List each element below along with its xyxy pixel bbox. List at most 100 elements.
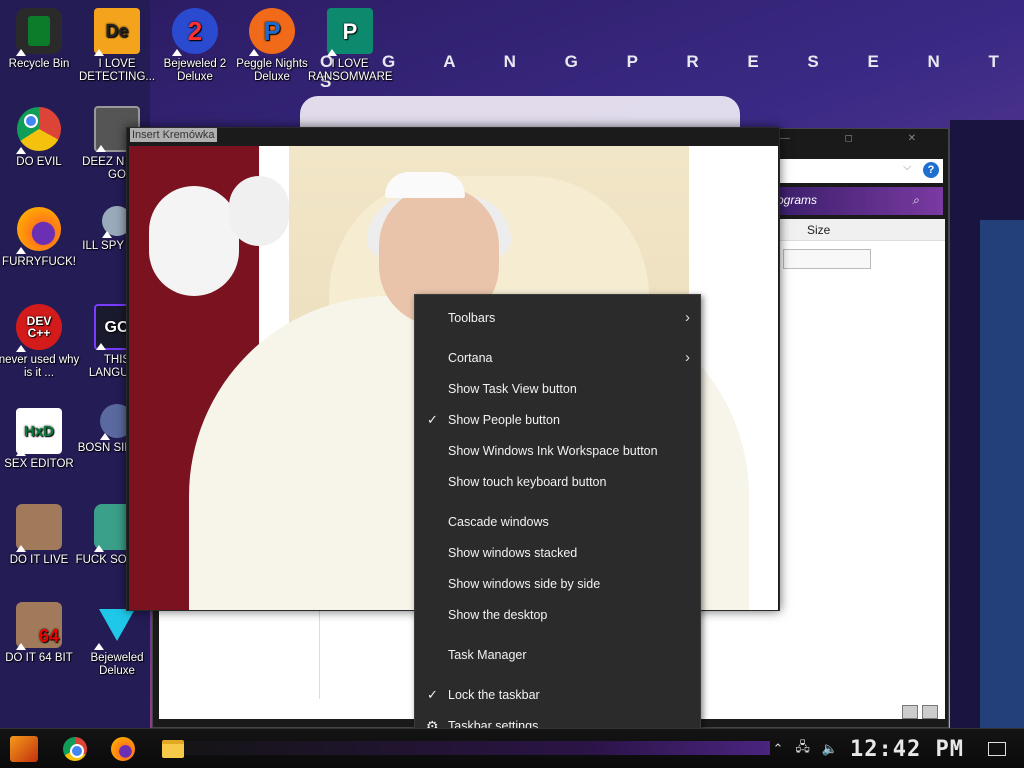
menu-item-windows-side-by-side[interactable]: Show windows side by side — [415, 571, 700, 597]
taskbar-explorer-button[interactable] — [158, 735, 188, 763]
column-header-size[interactable]: Size — [807, 223, 830, 237]
shortcut-arrow-icon — [16, 147, 26, 154]
clock[interactable]: 12:42 PM — [850, 737, 964, 762]
menu-item-show-touch-keyboard[interactable]: Show touch keyboard button — [415, 469, 700, 495]
portrait-64-glyph: 64 — [38, 625, 60, 646]
desktop-icon-peggle[interactable]: P Peggle Nights Deluxe — [230, 8, 314, 84]
bejeweled-2-glyph: 2 — [187, 15, 203, 46]
menu-item-cortana[interactable]: Cortana › — [415, 345, 700, 371]
view-toggle[interactable] — [902, 705, 938, 719]
search-text: ograms — [777, 193, 818, 207]
system-tray: ⌃ 🖧 🔈 12:42 PM — [772, 729, 1024, 768]
menu-item-label: Cascade windows — [448, 515, 549, 529]
desktop-icon-label: FURRYFUCK! — [2, 256, 76, 268]
desktop-icon-label: Bejeweled 2 Deluxe — [163, 58, 227, 83]
desktop-icon-label: Bejeweled Deluxe — [90, 652, 144, 677]
recycle-bin-icon — [16, 8, 62, 56]
desktop-icon-label: I LOVE DETECTING... — [78, 58, 156, 83]
desktop-icon-sex-editor[interactable]: HxD SEX EDITOR — [0, 408, 81, 471]
publisher-glyph: P — [342, 18, 358, 44]
desktop-icon-label: DO IT LIVE — [9, 554, 69, 566]
column-header-row: Size — [779, 219, 945, 241]
detect-it-easy-icon: De — [94, 8, 140, 56]
address-bar[interactable]: ⌵ ? — [773, 159, 943, 183]
menu-item-label: Show windows side by side — [448, 577, 601, 591]
desktop-icon-label: I LOVE RANSOMWARE — [308, 58, 393, 83]
shortcut-arrow-icon — [327, 49, 337, 56]
desktop-icon-bejeweled-deluxe[interactable]: Bejeweled Deluxe — [75, 602, 159, 678]
desktop-icon-furryfuck[interactable]: FURRYFUCK! — [0, 206, 81, 269]
taskbar-context-menu: Toolbars › Cortana › Show Task View butt… — [414, 294, 701, 749]
notification-icon[interactable] — [988, 742, 1006, 756]
desktop-icon-ransomware[interactable]: P I LOVE RANSOMWARE — [308, 8, 393, 84]
image-santa-fur-2 — [229, 176, 289, 246]
hxd-glyph: HxD — [23, 422, 54, 440]
menu-item-show-people[interactable]: ✓ Show People button — [415, 407, 700, 433]
file-row[interactable] — [783, 249, 871, 269]
chrome-icon — [16, 106, 62, 154]
detect-glyph: De — [105, 20, 129, 41]
chevron-up-icon[interactable]: ⌃ — [772, 741, 783, 757]
menu-item-toolbars[interactable]: Toolbars › — [415, 305, 700, 331]
menu-item-windows-stacked[interactable]: Show windows stacked — [415, 540, 700, 566]
chrome-icon — [63, 737, 87, 761]
taskbar-firefox-button[interactable] — [108, 735, 138, 763]
wallpaper-building-right2 — [980, 220, 1024, 728]
menu-item-label: Show Windows Ink Workspace button — [448, 444, 658, 458]
menu-item-label: Show windows stacked — [448, 546, 578, 560]
desktop-icon-do-it-64[interactable]: 64 DO IT 64 BIT — [0, 602, 81, 665]
firefox-icon — [16, 206, 62, 254]
desktop-icon-label: SEX EDITOR — [4, 458, 74, 470]
taskbar[interactable]: ⌃ 🖧 🔈 12:42 PM — [0, 728, 1024, 768]
window-controls[interactable]: — ◻ ✕ — [780, 133, 942, 144]
menu-item-label: Task Manager — [448, 648, 527, 662]
checkmark-icon: ✓ — [427, 687, 438, 702]
shortcut-arrow-icon — [16, 247, 26, 254]
menu-item-label: Show touch keyboard button — [448, 475, 607, 489]
menu-item-task-manager[interactable]: Task Manager — [415, 642, 700, 668]
chevron-down-icon[interactable]: ⌵ — [903, 161, 911, 174]
search-icon[interactable]: ⌕ — [912, 193, 919, 208]
menu-item-label: Show People button — [448, 413, 560, 427]
desktop-icon-bejeweled-2[interactable]: 2 Bejeweled 2 Deluxe — [153, 8, 237, 84]
desktop-icon-label: Recycle Bin — [8, 58, 70, 70]
details-view-icon[interactable] — [902, 705, 918, 719]
image-santa-fur — [149, 186, 239, 296]
menu-item-show-ink-workspace[interactable]: Show Windows Ink Workspace button — [415, 438, 700, 464]
shortcut-arrow-icon — [96, 145, 106, 152]
desktop-icon-recycle-bin[interactable]: Recycle Bin — [0, 8, 81, 71]
desktop-icon-label: never used why is it ... — [0, 354, 80, 379]
desktop-icon-detecting[interactable]: De I LOVE DETECTING... — [75, 8, 159, 84]
desktop-icon-do-it-live[interactable]: DO IT LIVE — [0, 504, 81, 567]
hxd-icon: HxD — [16, 408, 62, 456]
thumbnail-view-icon[interactable] — [922, 705, 938, 719]
desktop-icon-label: DO EVIL — [16, 156, 62, 168]
desktop-icon-label: DO IT 64 BIT — [5, 652, 73, 664]
portrait-64-icon: 64 — [16, 602, 62, 650]
chevron-right-icon: › — [685, 349, 690, 366]
menu-item-cascade-windows[interactable]: Cascade windows — [415, 509, 700, 535]
checkmark-icon: ✓ — [427, 412, 438, 427]
start-button-icon[interactable] — [10, 736, 38, 762]
volume-icon[interactable]: 🔈 — [822, 741, 838, 757]
taskbar-chrome-button[interactable] — [60, 735, 90, 763]
wallpaper-text: O G A N G P R E S E N T S — [320, 52, 1021, 91]
network-icon[interactable]: 🖧 — [795, 738, 810, 760]
bejeweled-2-icon: 2 — [172, 8, 218, 56]
desktop-icon-devcpp[interactable]: DEV C++ never used why is it ... — [0, 304, 81, 380]
menu-item-lock-taskbar[interactable]: ✓ Lock the taskbar — [415, 682, 700, 708]
shortcut-arrow-icon — [16, 49, 26, 56]
shortcut-arrow-icon — [249, 49, 259, 56]
shortcut-arrow-icon — [94, 49, 104, 56]
desktop-icon-label: Peggle Nights Deluxe — [236, 58, 308, 83]
search-box[interactable]: ograms ⌕ — [773, 187, 943, 215]
shortcut-arrow-icon — [16, 449, 26, 456]
menu-item-show-task-view[interactable]: Show Task View button — [415, 376, 700, 402]
portrait-icon — [16, 504, 62, 552]
menu-item-label: Show the desktop — [448, 608, 548, 622]
dev-cpp-icon: DEV C++ — [16, 304, 62, 352]
shortcut-arrow-icon — [96, 343, 106, 350]
desktop-icon-do-evil[interactable]: DO EVIL — [0, 106, 81, 169]
menu-item-show-desktop[interactable]: Show the desktop — [415, 602, 700, 628]
help-icon[interactable]: ? — [923, 162, 939, 178]
